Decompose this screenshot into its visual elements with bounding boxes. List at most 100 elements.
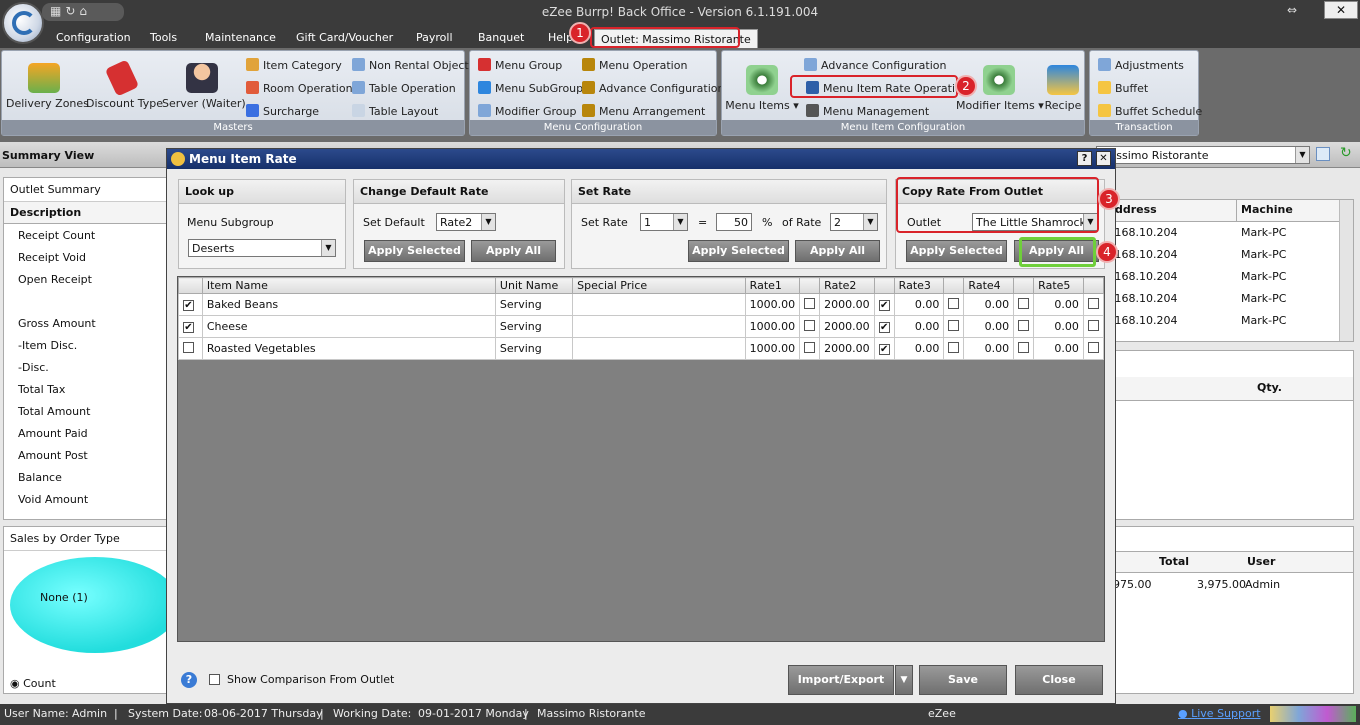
rate1-flag-checkbox[interactable]	[804, 341, 816, 353]
table-row[interactable]: Roasted Vegetables Serving 1000.00 2000.00 ✔…	[178, 337, 1105, 360]
save-button[interactable]: Save	[919, 665, 1007, 695]
menu-gift-card[interactable]: Gift Card/Voucher	[296, 31, 393, 44]
set-rate-apply-selected-button[interactable]: Apply Selected	[688, 240, 789, 262]
rate4-flag-checkbox[interactable]	[1018, 319, 1030, 331]
of-rate-select[interactable]: 2 ▼	[830, 213, 878, 231]
rate3-flag-checkbox[interactable]	[948, 341, 960, 353]
room-operation-button[interactable]: Room Operation	[246, 81, 353, 95]
rate4-cell[interactable]: 0.00	[963, 293, 1015, 316]
menu-subgroup-select[interactable]: Deserts ▼	[188, 239, 336, 257]
outlet-select[interactable]: Massimo Ristorante ▼	[1096, 146, 1310, 164]
refresh-icon[interactable]: ↻	[1340, 145, 1352, 161]
rate2-flag-checkbox[interactable]: ✔	[878, 322, 890, 333]
rate2-cell[interactable]: 2000.00	[819, 337, 875, 360]
menu-banquet[interactable]: Banquet	[478, 31, 524, 44]
surcharge-button[interactable]: Surcharge	[246, 104, 319, 118]
bc-icon[interactable]	[1316, 147, 1330, 161]
rate2-cell[interactable]: 2000.00	[819, 315, 875, 338]
rate1-cell[interactable]: 1000.00	[744, 337, 801, 360]
menu-operation-button[interactable]: Menu Operation	[582, 58, 687, 72]
rate5-flag-checkbox[interactable]	[1087, 319, 1099, 331]
rate5-cell[interactable]: 0.00	[1033, 337, 1084, 360]
special-price-cell[interactable]	[572, 293, 746, 316]
tray-icons[interactable]	[1270, 706, 1356, 722]
recipe-button[interactable]: Recipe	[1042, 65, 1084, 112]
import-export-chevron-icon[interactable]: ▼	[895, 665, 913, 695]
rate4-flag-checkbox[interactable]	[1018, 297, 1030, 309]
menu-configuration[interactable]: Configuration	[56, 31, 131, 44]
show-comparison-checkbox[interactable]	[209, 674, 220, 685]
discount-type-button[interactable]: Discount Type	[86, 59, 163, 110]
rate3-flag-checkbox[interactable]	[948, 297, 960, 309]
copy-apply-selected-button[interactable]: Apply Selected	[906, 240, 1007, 262]
table-row[interactable]: ✔ Baked Beans Serving 1000.00 2000.00 ✔ 0.00 0.…	[178, 293, 1105, 316]
delivery-zones-button[interactable]: Delivery Zones	[6, 63, 89, 110]
rate1-cell[interactable]: 1000.00	[744, 315, 801, 338]
dialog-close-icon[interactable]: ✕	[1096, 151, 1111, 166]
item-category-button[interactable]: Item Category	[246, 58, 342, 72]
non-rental-object-button[interactable]: Non Rental Object	[352, 58, 469, 72]
menu-tools[interactable]: Tools	[150, 31, 177, 44]
live-support-link[interactable]: ● Live Support	[1178, 707, 1261, 720]
rate3-flag-checkbox[interactable]	[948, 319, 960, 331]
item-name-cell[interactable]: Cheese	[201, 315, 496, 338]
modifier-group-button[interactable]: Modifier Group	[478, 104, 576, 118]
default-rate-select[interactable]: Rate2 ▼	[436, 213, 496, 231]
buffet-schedule-button[interactable]: Buffet Schedule	[1098, 104, 1202, 118]
menu-management-button[interactable]: Menu Management	[806, 104, 929, 118]
rate4-flag-checkbox[interactable]	[1018, 341, 1030, 353]
menu-arrangement-button[interactable]: Menu Arrangement	[582, 104, 705, 118]
rate2-cell[interactable]: 2000.00	[819, 293, 875, 316]
rate5-flag-checkbox[interactable]	[1087, 341, 1099, 353]
menu-group-button[interactable]: Menu Group	[478, 58, 562, 72]
buffet-button[interactable]: Buffet	[1098, 81, 1148, 95]
menu-maintenance[interactable]: Maintenance	[205, 31, 276, 44]
scrollbar[interactable]	[1339, 200, 1353, 341]
app-logo-icon[interactable]	[2, 2, 44, 44]
home-icon[interactable]: ⌂	[79, 4, 87, 20]
rate1-cell[interactable]: 1000.00	[744, 293, 801, 316]
set-rate-apply-all-button[interactable]: Apply All	[795, 240, 880, 262]
table-row[interactable]: ✔ Cheese Serving 1000.00 2000.00 ✔ 0.00 0.00 0.0…	[178, 315, 1105, 338]
rate3-cell[interactable]: 0.00	[893, 293, 945, 316]
row-select-checkbox[interactable]: ✔	[183, 322, 194, 333]
help-circle-icon[interactable]: ?	[181, 672, 197, 688]
item-name-cell[interactable]: Baked Beans	[201, 293, 496, 316]
grid-icon[interactable]: ▦	[50, 4, 61, 20]
resize-icon[interactable]: ⇔	[1287, 3, 1297, 17]
rate2-flag-checkbox[interactable]: ✔	[878, 344, 890, 355]
menu-subgroup-button[interactable]: Menu SubGroup	[478, 81, 583, 95]
rate1-flag-checkbox[interactable]	[804, 297, 816, 309]
percent-input[interactable]: 50	[716, 213, 752, 231]
help-icon[interactable]: ?	[1077, 151, 1092, 166]
item-name-cell[interactable]: Roasted Vegetables	[201, 337, 496, 360]
rate5-cell[interactable]: 0.00	[1033, 293, 1084, 316]
rate3-cell[interactable]: 0.00	[893, 315, 945, 338]
menu-payroll[interactable]: Payroll	[416, 31, 453, 44]
import-export-button[interactable]: Import/Export	[788, 665, 894, 695]
rate4-cell[interactable]: 0.00	[963, 315, 1015, 338]
rate2-flag-checkbox[interactable]: ✔	[878, 300, 890, 311]
adjustments-button[interactable]: Adjustments	[1098, 58, 1184, 72]
close-button[interactable]: Close	[1015, 665, 1103, 695]
rate5-cell[interactable]: 0.00	[1033, 315, 1084, 338]
default-apply-all-button[interactable]: Apply All	[471, 240, 556, 262]
rate3-cell[interactable]: 0.00	[893, 337, 945, 360]
set-rate-select[interactable]: 1 ▼	[640, 213, 688, 231]
advance-configuration-item-button[interactable]: Advance Configuration	[804, 58, 946, 72]
table-operation-button[interactable]: Table Operation	[352, 81, 456, 95]
window-close-button[interactable]: ✕	[1324, 1, 1358, 19]
default-apply-selected-button[interactable]: Apply Selected	[364, 240, 465, 262]
rate5-flag-checkbox[interactable]	[1087, 297, 1099, 309]
table-layout-button[interactable]: Table Layout	[352, 104, 438, 118]
rate4-cell[interactable]: 0.00	[963, 337, 1015, 360]
row-select-checkbox[interactable]	[183, 341, 194, 353]
count-radio[interactable]: ◉ Count	[10, 677, 56, 690]
rate1-flag-checkbox[interactable]	[804, 319, 816, 331]
row-select-checkbox[interactable]: ✔	[183, 300, 194, 311]
special-price-cell[interactable]	[572, 337, 746, 360]
server-waiter-button[interactable]: Server (Waiter)	[162, 63, 246, 110]
menu-items-button[interactable]: Menu Items ▾	[724, 65, 800, 112]
unit-name-cell[interactable]: Serving	[494, 315, 574, 338]
special-price-cell[interactable]	[572, 315, 746, 338]
